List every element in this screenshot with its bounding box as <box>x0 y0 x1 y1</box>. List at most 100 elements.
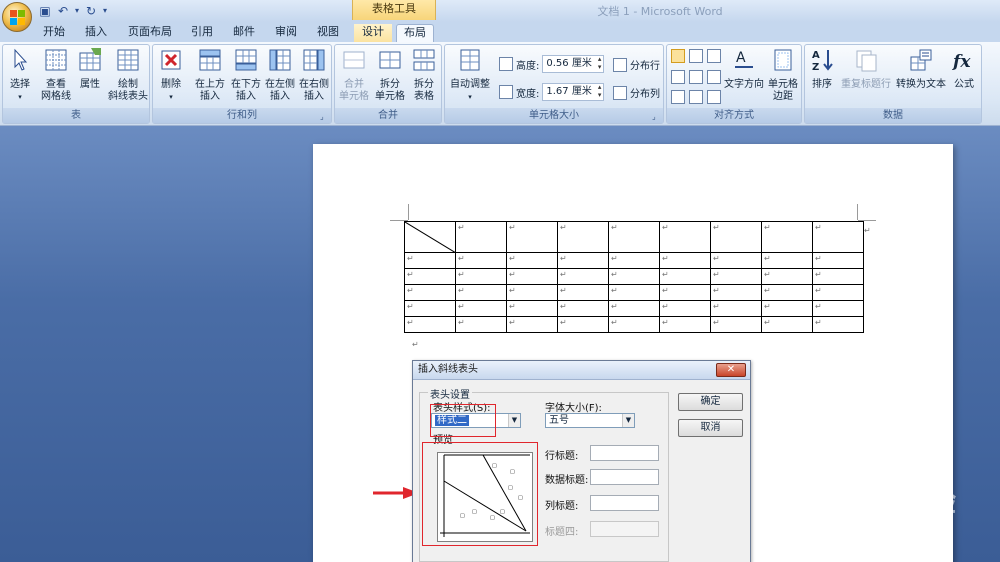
table-cell[interactable]: ↵ <box>761 316 813 333</box>
insert-above-button[interactable]: 在上方 插入 <box>193 47 227 103</box>
table-cell[interactable]: ↵ <box>812 221 864 253</box>
table-cell[interactable]: ↵ <box>608 252 660 269</box>
table-cell[interactable]: ↵ <box>455 284 507 301</box>
split-cells-button[interactable]: 拆分 单元格 <box>373 47 407 103</box>
table-cell[interactable]: ↵ <box>659 252 711 269</box>
cell-margins-button[interactable]: 单元格 边距 <box>765 47 801 103</box>
table-cell[interactable]: ↵ <box>608 284 660 301</box>
table-cell[interactable]: ↵ <box>506 221 558 253</box>
table-cell[interactable]: ↵ <box>404 300 456 317</box>
table-cell[interactable]: ↵ <box>557 268 609 285</box>
table-cell[interactable]: ↵ <box>710 268 762 285</box>
tab-mailings[interactable]: 邮件 <box>228 24 260 42</box>
tab-view[interactable]: 视图 <box>312 24 344 42</box>
column-width-spinner[interactable]: 1.67 厘米 <box>542 83 605 101</box>
document-table[interactable]: ↵ ↵ ↵ ↵ ↵ ↵ ↵ ↵ ↵ ↵ ↵ ↵ ↵ ↵ ↵ ↵ ↵ ↵ ↵ ↵ ↵ ↵ ↵ ↵ ↵ ↵ ↵ ↵ ↵ ↵ ↵ ↵ ↵ ↵ ↵ ↵ ↵ ↵ ↵ ↵… <box>404 221 864 333</box>
table-cell[interactable]: ↵ <box>506 268 558 285</box>
table-cell[interactable]: ↵ <box>506 252 558 269</box>
tab-page-layout[interactable]: 页面布局 <box>124 24 176 42</box>
table-cell[interactable]: ↵ <box>455 268 507 285</box>
ok-button[interactable]: 确定 <box>678 393 743 411</box>
table-cell[interactable]: ↵ <box>608 268 660 285</box>
table-cell[interactable]: ↵ <box>812 284 864 301</box>
repeat-header-rows-button[interactable]: 重复标题行 <box>839 47 893 91</box>
tab-review[interactable]: 审阅 <box>270 24 302 42</box>
table-cell[interactable]: ↵ <box>659 316 711 333</box>
table-cell[interactable]: ↵ <box>608 300 660 317</box>
tab-layout[interactable]: 布局 <box>396 24 434 42</box>
table-cell[interactable]: ↵ <box>812 252 864 269</box>
align-middle-center-icon[interactable] <box>689 69 703 84</box>
align-top-left-icon[interactable] <box>671 49 685 63</box>
table-cell[interactable]: ↵ <box>659 300 711 317</box>
align-bottom-right-icon[interactable] <box>707 90 721 105</box>
table-cell[interactable]: ↵ <box>404 268 456 285</box>
table-cell[interactable]: ↵ <box>557 284 609 301</box>
table-cell[interactable]: ↵ <box>761 268 813 285</box>
table-cell[interactable]: ↵ <box>608 316 660 333</box>
table-cell[interactable]: ↵ <box>710 252 762 269</box>
table-cell[interactable]: ↵ <box>557 300 609 317</box>
data-title-input[interactable] <box>590 469 659 485</box>
split-table-button[interactable]: 拆分 表格 <box>407 47 441 103</box>
table-cell[interactable]: ↵ <box>455 316 507 333</box>
autofit-button[interactable]: 自动调整 ▾ <box>447 47 493 103</box>
view-gridlines-button[interactable]: 查看 网格线 <box>37 47 75 103</box>
sort-button[interactable]: AZ 排序 <box>807 47 837 91</box>
insert-left-button[interactable]: 在左侧 插入 <box>263 47 297 103</box>
table-cell[interactable]: ↵ <box>557 252 609 269</box>
table-cell[interactable]: ↵ <box>557 221 609 253</box>
rows-columns-launcher-icon[interactable]: ⌟ <box>320 112 329 121</box>
row-height-spinner[interactable]: 0.56 厘米 <box>542 55 605 73</box>
table-cell[interactable]: ↵ <box>506 284 558 301</box>
table-cell[interactable]: ↵ <box>455 221 507 253</box>
table-cell[interactable]: ↵ <box>455 252 507 269</box>
table-cell[interactable]: ↵ <box>812 268 864 285</box>
cell-size-launcher-icon[interactable]: ⌟ <box>652 112 661 121</box>
align-top-center-icon[interactable] <box>689 49 703 63</box>
table-cell[interactable]: ↵ <box>761 221 813 253</box>
table-cell[interactable]: ↵ <box>659 268 711 285</box>
table-cell[interactable] <box>404 221 456 253</box>
column-title-input[interactable] <box>590 495 659 511</box>
customize-qat-icon[interactable]: ▾ <box>102 4 108 18</box>
undo-icon[interactable]: ↶ <box>56 4 70 18</box>
distribute-rows-button[interactable]: 分布行 <box>613 57 660 72</box>
table-cell[interactable]: ↵ <box>404 252 456 269</box>
distribute-columns-button[interactable]: 分布列 <box>613 85 660 100</box>
table-cell[interactable]: ↵ <box>506 300 558 317</box>
merge-cells-button[interactable]: 合并 单元格 <box>337 47 371 103</box>
table-cell[interactable]: ↵ <box>404 316 456 333</box>
table-cell[interactable]: ↵ <box>710 316 762 333</box>
table-cell[interactable]: ↵ <box>455 300 507 317</box>
row-title-input[interactable] <box>590 445 659 461</box>
table-cell[interactable]: ↵ <box>659 284 711 301</box>
table-cell[interactable]: ↵ <box>812 300 864 317</box>
text-direction-button[interactable]: A 文字方向 <box>723 47 765 91</box>
table-cell[interactable]: ↵ <box>761 300 813 317</box>
draw-diagonal-header-button[interactable]: 绘制 斜线表头 <box>107 47 149 103</box>
redo-icon[interactable]: ↻ <box>84 4 98 18</box>
insert-below-button[interactable]: 在下方 插入 <box>229 47 263 103</box>
table-cell[interactable]: ↵ <box>710 221 762 253</box>
font-size-select[interactable]: 五号 ▼ <box>545 413 635 428</box>
cancel-button[interactable]: 取消 <box>678 419 743 437</box>
table-cell[interactable]: ↵ <box>710 284 762 301</box>
table-cell[interactable]: ↵ <box>710 300 762 317</box>
table-cell[interactable]: ↵ <box>404 284 456 301</box>
insert-right-button[interactable]: 在右侧 插入 <box>297 47 331 103</box>
align-bottom-left-icon[interactable] <box>671 90 685 105</box>
align-middle-left-icon[interactable] <box>671 69 685 84</box>
table-cell[interactable]: ↵ <box>659 221 711 253</box>
undo-dropdown-icon[interactable]: ▾ <box>74 4 80 18</box>
delete-button[interactable]: 删除 ▾ <box>155 47 187 103</box>
save-icon[interactable]: ▣ <box>38 4 52 18</box>
tab-design[interactable]: 设计 <box>354 24 392 42</box>
title-four-input[interactable] <box>590 521 659 537</box>
dialog-close-button[interactable]: ✕ <box>716 363 746 377</box>
formula-button[interactable]: fx 公式 <box>949 47 979 91</box>
table-cell[interactable]: ↵ <box>506 316 558 333</box>
properties-button[interactable]: 属性 <box>75 47 105 91</box>
table-cell[interactable]: ↵ <box>761 284 813 301</box>
align-top-right-icon[interactable] <box>707 49 721 63</box>
